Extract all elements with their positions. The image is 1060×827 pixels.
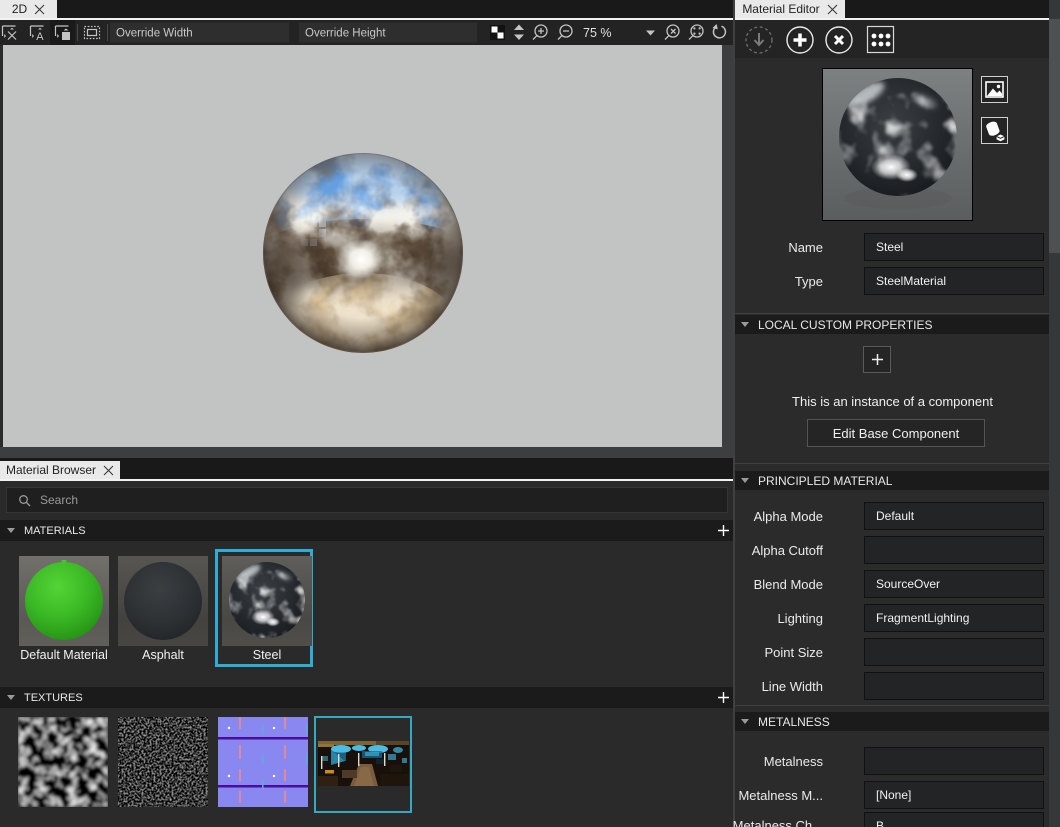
- svg-text:A: A: [36, 31, 44, 43]
- svg-text:Override Width: Override Width: [116, 28, 193, 40]
- svg-text:Override Height: Override Height: [305, 28, 386, 40]
- svg-text:75 %: 75 %: [583, 26, 612, 40]
